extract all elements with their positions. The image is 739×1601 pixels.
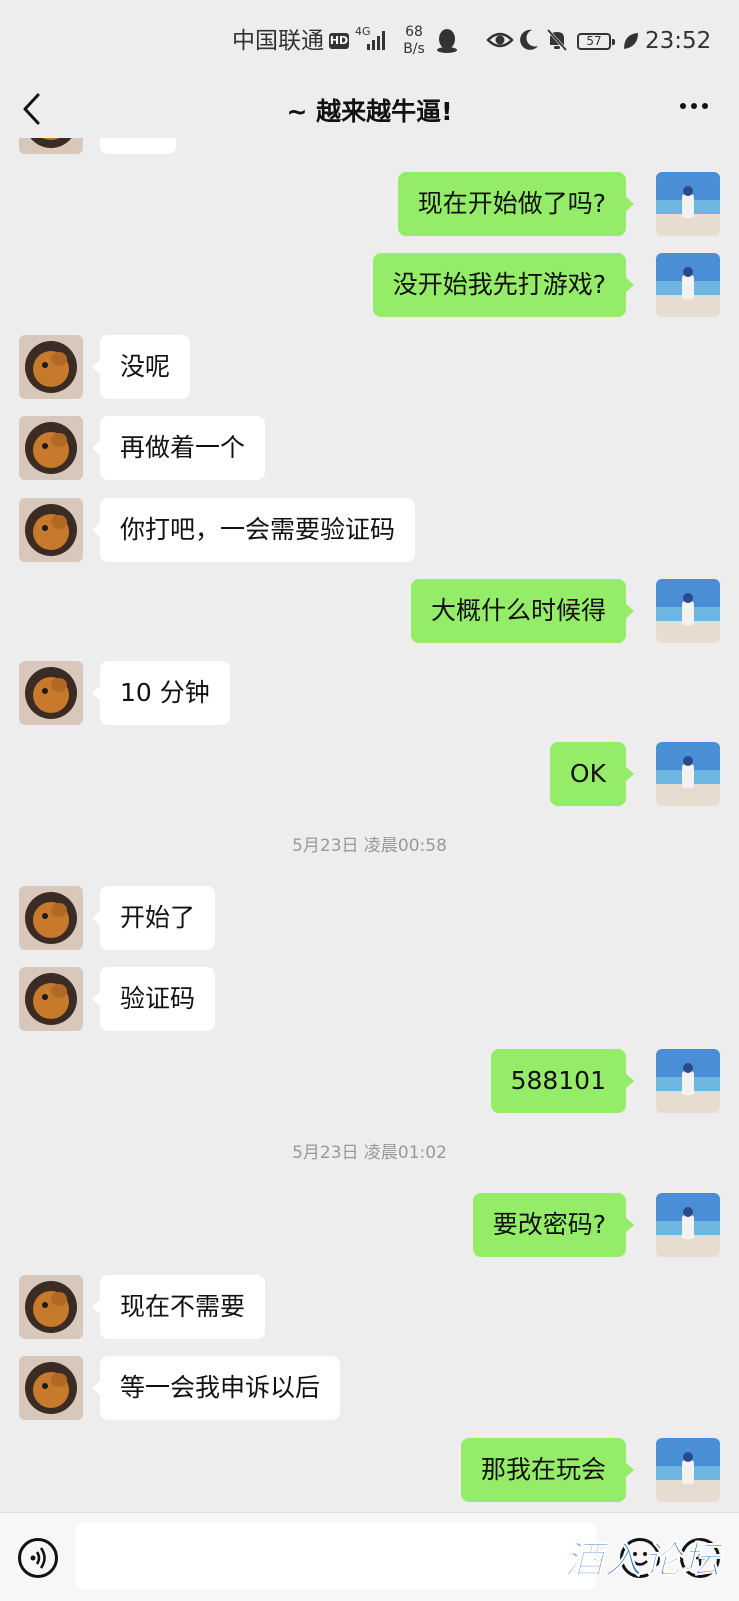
timestamp-divider: 5月23日 凌晨00:58 [292,836,447,856]
contact-avatar[interactable] [19,335,83,399]
message-bubble-partial [100,138,176,154]
voice-button[interactable] [18,1538,58,1578]
contact-avatar[interactable] [19,138,83,154]
more-options-button[interactable] [679,102,709,110]
my-avatar[interactable] [656,253,720,317]
moon-icon [520,29,538,50]
message-input[interactable] [76,1523,596,1589]
received-message[interactable]: 开始了 [91,886,216,950]
watermark-text: 酒入论坛 [564,1538,722,1583]
signal-icon [367,31,385,50]
sent-message[interactable]: OK [549,742,635,806]
chat-title: ~ 越来越牛逼! [286,97,453,126]
sent-message[interactable]: 大概什么时候得 [410,579,635,643]
contact-avatar[interactable] [19,1356,83,1420]
received-message[interactable]: 等一会我申诉以后 [91,1356,341,1420]
battery-indicator: 57 [577,33,615,50]
contact-avatar[interactable] [19,886,83,950]
eye-icon [486,32,514,48]
leaf-icon [624,33,638,49]
contact-avatar[interactable] [19,661,83,725]
sent-message[interactable]: 那我在玩会 [460,1438,635,1502]
my-avatar[interactable] [656,1438,720,1502]
message-list[interactable]: 现在开始做了吗? 没开始我先打游戏? 没呢再做着一个你打吧，一会需要验证码大概什么时… [0,138,739,1512]
status-bar: 中国联通 HD 4G 68 B/s 57 23:52 [0,0,739,84]
my-avatar[interactable] [656,742,720,806]
sent-message[interactable]: 要改密码? [472,1193,635,1257]
mute-bell-icon [546,28,568,52]
voice-icon [30,1547,46,1569]
sent-message[interactable]: 现在开始做了吗? [397,172,635,236]
sent-message[interactable]: 没开始我先打游戏? [372,253,635,317]
received-message[interactable]: 没呢 [91,335,191,399]
received-message[interactable]: 你打吧，一会需要验证码 [91,498,416,562]
contact-avatar[interactable] [19,498,83,562]
chat-header: ~ 越来越牛逼! [0,84,739,138]
received-message[interactable]: 现在不需要 [91,1275,266,1339]
contact-avatar[interactable] [19,416,83,480]
hd-badge: HD [329,33,349,49]
qq-icon [437,29,457,53]
my-avatar[interactable] [656,172,720,236]
contact-avatar[interactable] [19,1275,83,1339]
received-message[interactable]: 再做着一个 [91,416,266,480]
received-message[interactable]: 验证码 [91,967,216,1031]
sent-message[interactable]: 588101 [490,1049,635,1113]
received-message[interactable]: 10 分钟 [92,661,230,725]
timestamp-divider: 5月23日 凌晨01:02 [292,1143,447,1163]
my-avatar[interactable] [656,579,720,643]
carrier-name: 中国联通 [232,28,324,54]
contact-avatar[interactable] [19,967,83,1031]
my-avatar[interactable] [656,1193,720,1257]
clock: 23:52 [645,28,712,54]
my-avatar[interactable] [656,1049,720,1113]
network-speed: 68 B/s [403,24,425,57]
